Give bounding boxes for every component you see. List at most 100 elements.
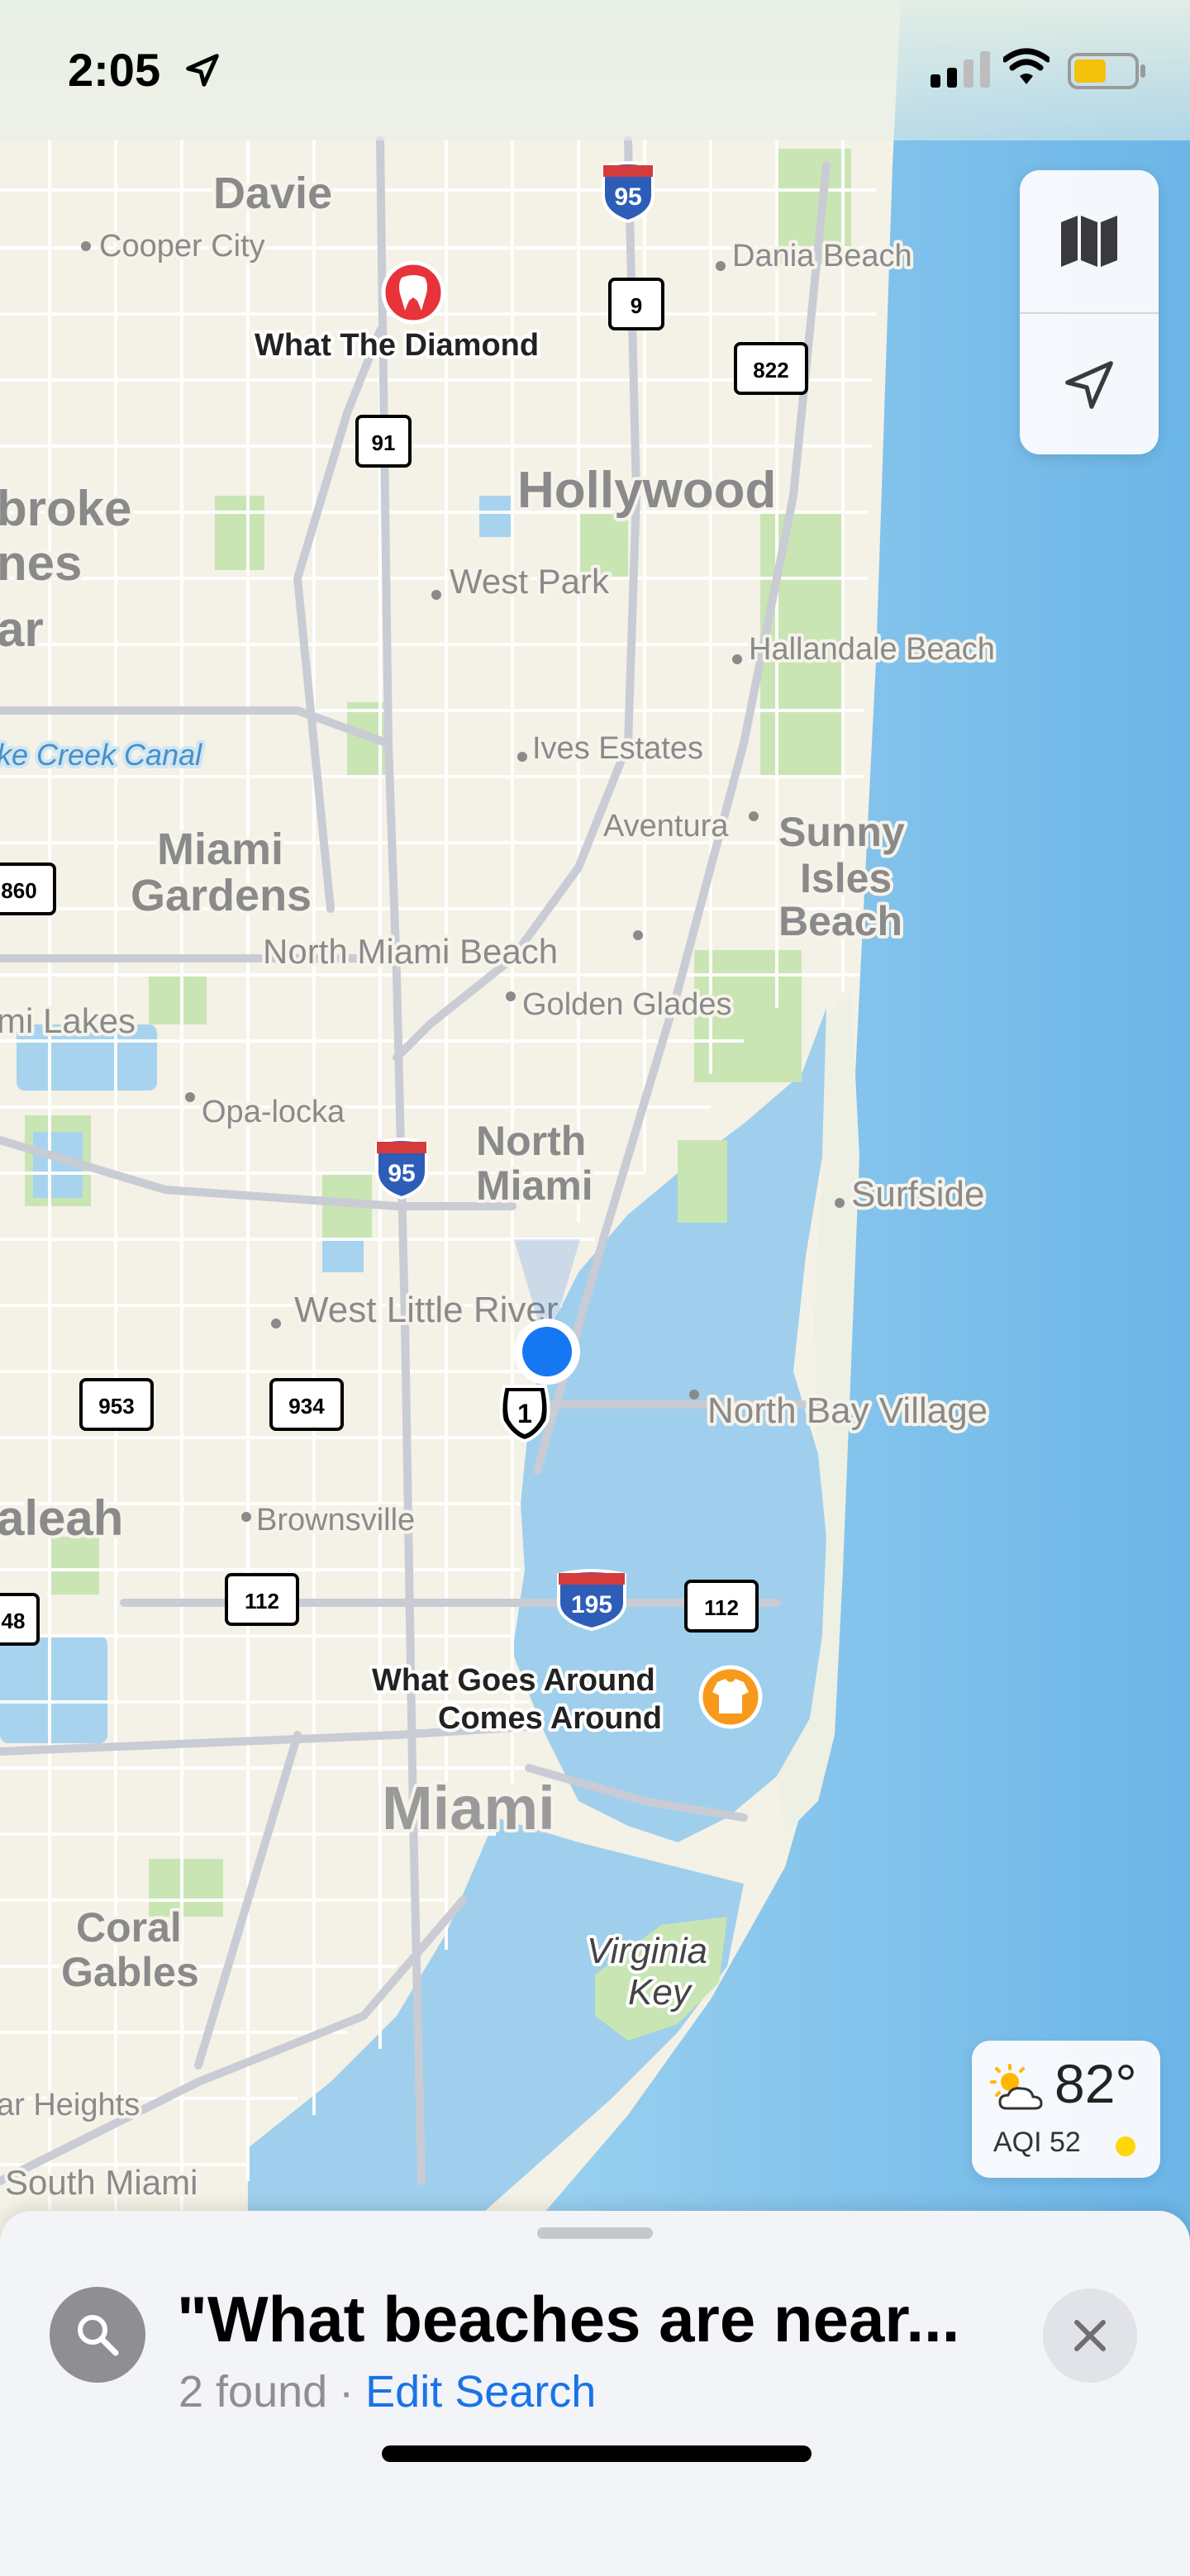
label-virginia: Virginia [587, 1931, 707, 1971]
label-miami-gardens-2: Gardens [131, 871, 312, 920]
label-hallandale-beach: Hallandale Beach [749, 632, 995, 667]
svg-text:934: 934 [288, 1394, 325, 1419]
label-sunny: Sunny [778, 809, 905, 855]
poi-label: What The Diamond [255, 328, 539, 363]
close-icon [1074, 2320, 1106, 2351]
city-dot [271, 1319, 281, 1328]
edit-search-link[interactable]: Edit Search [365, 2367, 596, 2417]
battery-icon [1068, 53, 1145, 89]
city-dot [716, 261, 726, 271]
label-hollywood: Hollywood [517, 462, 776, 519]
sr934-shield: 934 [269, 1378, 344, 1431]
status-bar: 2:05 [0, 0, 1190, 140]
close-button[interactable] [1043, 2288, 1137, 2383]
city-dot [732, 654, 742, 664]
sr860-shield: 860 [0, 863, 56, 915]
label-hialeah-partial: aleah [0, 1490, 123, 1546]
label-creek-canal: ke Creek Canal [0, 738, 202, 772]
svg-text:95: 95 [614, 183, 641, 211]
label-pines-partial: nes [0, 535, 82, 591]
label-north-miami-beach: North Miami Beach [263, 932, 558, 971]
i95-shield-mid: 95 [375, 1138, 428, 1200]
poi-label-line1: What Goes Around [372, 1663, 655, 1698]
svg-text:195: 195 [571, 1591, 612, 1618]
status-time: 2:05 [68, 44, 161, 96]
results-subtitle: 2 found · Edit Search [178, 2366, 596, 2417]
search-icon [78, 2315, 119, 2356]
label-north-miami-2: Miami [476, 1162, 593, 1209]
label-cooper-city: Cooper City [99, 229, 265, 264]
location-dot [522, 1327, 572, 1376]
label-aventura: Aventura [603, 809, 729, 844]
label-miami-gardens-1: Miami [157, 825, 283, 874]
home-indicator[interactable] [382, 2445, 812, 2462]
city-dot [81, 241, 91, 251]
map-icon [1061, 216, 1117, 267]
label-north-bay-village: North Bay Village [707, 1390, 988, 1431]
sr822-shield: 822 [734, 342, 808, 395]
label-pembroke-partial: broke [0, 481, 131, 536]
svg-text:9: 9 [631, 293, 642, 318]
wifi-icon [1003, 48, 1050, 84]
city-dot [749, 811, 759, 821]
label-miami: Miami [382, 1774, 555, 1842]
label-west-park: West Park [450, 562, 610, 601]
label-mi-lakes: mi Lakes [0, 1001, 136, 1040]
search-icon-badge [50, 2287, 145, 2383]
sheet-grabber[interactable] [537, 2227, 653, 2239]
label-south-miami: South Miami [5, 2163, 198, 2202]
i195-shield: 195 [557, 1569, 626, 1632]
label-opa-locka: Opa-locka [202, 1095, 345, 1129]
label-gables: Gables [61, 1949, 199, 1995]
i95-shield-top: 95 [602, 161, 654, 224]
label-davie: Davie [213, 169, 332, 218]
sr9-shield: 9 [608, 278, 664, 330]
label-brownsville: Brownsville [256, 1503, 415, 1538]
label-dania-beach: Dania Beach [732, 239, 912, 273]
svg-text:95: 95 [388, 1160, 415, 1187]
svg-text:112: 112 [245, 1589, 279, 1614]
svg-text:48: 48 [2, 1609, 26, 1633]
tracking-button[interactable] [1020, 314, 1159, 456]
city-dot [241, 1512, 251, 1522]
city-dot [431, 590, 441, 600]
label-ar-heights: ar Heights [0, 2088, 140, 2122]
city-dot [689, 1390, 699, 1400]
label-key: Key [628, 1972, 693, 2013]
partly-cloudy-icon [990, 2064, 1043, 2110]
svg-text:112: 112 [704, 1595, 739, 1620]
city-dot [517, 752, 527, 762]
city-dot [506, 991, 516, 1001]
city-dot [633, 930, 643, 940]
label-beach: Beach [778, 898, 902, 944]
location-arrow-icon [1065, 361, 1113, 409]
cellular-signal-icon [931, 51, 990, 88]
label-golden-glades: Golden Glades [522, 987, 732, 1022]
results-sheet[interactable]: "What beaches are near... 2 found · Edit S… [0, 2211, 1190, 2576]
sr48-shield: 48 [0, 1593, 40, 1646]
sr112-shield-left: 112 [225, 1573, 299, 1626]
aqi-indicator [1116, 2136, 1135, 2156]
map-controls [1020, 170, 1159, 454]
sr112-shield-right: 112 [684, 1580, 759, 1633]
weather-widget[interactable]: 82° AQI 52 [972, 2041, 1160, 2178]
results-count: 2 found [178, 2367, 328, 2417]
label-surfside: Surfside [851, 1174, 984, 1214]
svg-text:1: 1 [517, 1399, 532, 1428]
svg-text:822: 822 [753, 358, 788, 383]
map-mode-button[interactable] [1020, 170, 1159, 312]
location-arrow-icon [186, 54, 219, 87]
label-ives-estates: Ives Estates [532, 731, 703, 766]
sr91-shield: 91 [355, 415, 412, 468]
city-dot [835, 1198, 845, 1208]
temperature: 82° [1054, 2053, 1137, 2114]
search-query-title: "What beaches are near... [177, 2283, 960, 2355]
map-view[interactable]: Davie Cooper City Dania Beach Hollywood … [0, 0, 1190, 2576]
separator: · [339, 2367, 355, 2417]
city-dot [185, 1092, 195, 1102]
svg-text:860: 860 [1, 878, 36, 903]
svg-text:91: 91 [372, 430, 396, 455]
poi-label-line2: Comes Around [438, 1701, 662, 1736]
label-coral: Coral [76, 1904, 182, 1951]
aqi-value: AQI 52 [993, 2127, 1081, 2158]
